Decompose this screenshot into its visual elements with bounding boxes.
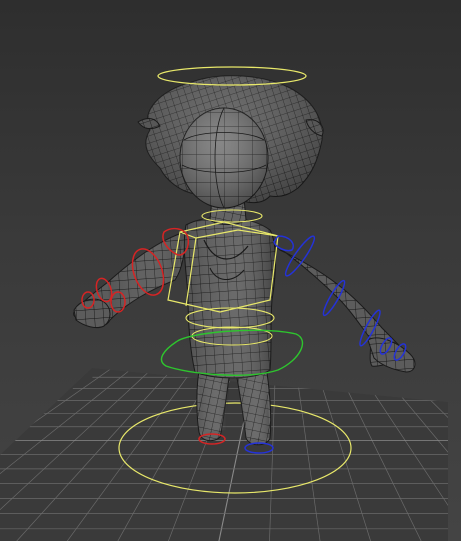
scene-canvas[interactable] [0,0,461,541]
character-torso[interactable] [183,216,276,379]
left-hand[interactable] [73,298,111,329]
viewport-3d[interactable] [0,0,461,541]
character-head[interactable] [137,75,324,209]
ground-grid [0,368,448,541]
